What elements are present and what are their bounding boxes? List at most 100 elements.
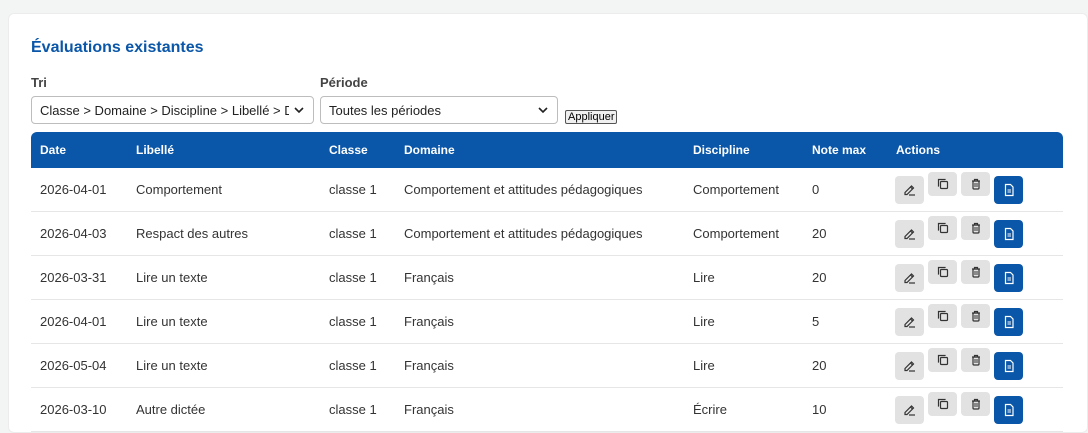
table-row: 2026-04-03 Respact des autres classe 1 Comp… <box>31 212 1063 256</box>
apply-button[interactable]: Appliquer <box>565 110 618 124</box>
period-select[interactable]: Toutes les périodes <box>320 96 558 124</box>
sort-select-value: Classe > Domaine > Discipline > Libellé … <box>40 102 289 118</box>
document-icon <box>1004 403 1014 417</box>
trash-icon <box>971 398 980 410</box>
delete-button[interactable] <box>961 392 990 416</box>
cell-domaine: Comportement et attitudes pédagogiques <box>404 226 643 241</box>
delete-button[interactable] <box>961 172 990 196</box>
delete-button[interactable] <box>961 260 990 284</box>
table-row: 2026-05-04 Lire un texte classe 1 Français L… <box>31 344 1063 388</box>
cell-date: 2026-05-04 <box>40 358 107 373</box>
table-row: 2026-04-01 Comportement classe 1 Comporteme… <box>31 168 1063 212</box>
duplicate-button[interactable] <box>928 304 957 328</box>
cell-domaine: Comportement et attitudes pédagogiques <box>404 182 643 197</box>
cell-domaine: Français <box>404 270 454 285</box>
report-button[interactable] <box>994 176 1023 204</box>
row-actions <box>895 392 1023 424</box>
cell-date: 2026-04-03 <box>40 226 107 241</box>
document-icon <box>1004 227 1014 241</box>
row-actions <box>895 216 1023 248</box>
edit-icon <box>903 361 915 372</box>
edit-button[interactable] <box>895 176 924 204</box>
edit-button[interactable] <box>895 396 924 424</box>
header-date: Date <box>40 143 67 157</box>
copy-icon <box>937 222 948 234</box>
report-button[interactable] <box>994 308 1023 336</box>
edit-icon <box>903 229 915 240</box>
trash-icon <box>971 266 980 278</box>
row-actions <box>895 172 1023 204</box>
header-discipline: Discipline <box>693 143 750 157</box>
evaluations-card: Évaluations existantes Tri Classe > Doma… <box>8 13 1088 433</box>
delete-button[interactable] <box>961 348 990 372</box>
cell-libelle: Lire un texte <box>136 314 208 329</box>
edit-button[interactable] <box>895 264 924 292</box>
edit-icon <box>903 317 915 328</box>
cell-classe: classe 1 <box>329 270 377 285</box>
cell-classe: classe 1 <box>329 226 377 241</box>
header-classe: Classe <box>329 143 368 157</box>
cell-date: 2026-04-01 <box>40 314 107 329</box>
duplicate-button[interactable] <box>928 348 957 372</box>
cell-note-max: 0 <box>812 182 820 197</box>
copy-icon <box>937 398 948 410</box>
chevron-down-icon <box>294 107 304 114</box>
section-title: Évaluations existantes <box>31 39 204 56</box>
trash-icon <box>971 354 980 366</box>
cell-discipline: Lire <box>693 270 715 285</box>
cell-classe: classe 1 <box>329 314 377 329</box>
cell-note-max: 20 <box>812 358 827 373</box>
report-button[interactable] <box>994 396 1023 424</box>
document-icon <box>1004 315 1014 329</box>
header-domaine: Domaine <box>404 143 455 157</box>
cell-domaine: Français <box>404 314 454 329</box>
header-libelle: Libellé <box>136 143 175 157</box>
duplicate-button[interactable] <box>928 260 957 284</box>
cell-note-max: 5 <box>812 314 820 329</box>
cell-libelle: Lire un texte <box>136 358 208 373</box>
copy-icon <box>937 354 948 366</box>
edit-icon <box>903 185 915 196</box>
duplicate-button[interactable] <box>928 392 957 416</box>
table-row: 2026-03-10 Autre dictée classe 1 Français Éc… <box>31 388 1063 432</box>
cell-domaine: Français <box>404 358 454 373</box>
document-icon <box>1004 359 1014 373</box>
period-label: Période <box>320 75 368 90</box>
edit-button[interactable] <box>895 352 924 380</box>
row-actions <box>895 260 1023 292</box>
row-actions <box>895 304 1023 336</box>
sort-select[interactable]: Classe > Domaine > Discipline > Libellé … <box>31 96 314 124</box>
cell-discipline: Lire <box>693 314 715 329</box>
delete-button[interactable] <box>961 216 990 240</box>
edit-icon <box>903 405 915 416</box>
report-button[interactable] <box>994 264 1023 292</box>
cell-note-max: 20 <box>812 226 827 241</box>
delete-button[interactable] <box>961 304 990 328</box>
edit-button[interactable] <box>895 220 924 248</box>
copy-icon <box>937 178 948 190</box>
cell-classe: classe 1 <box>329 358 377 373</box>
report-button[interactable] <box>994 220 1023 248</box>
sort-label: Tri <box>31 75 47 90</box>
table-row: 2026-04-01 Lire un texte classe 1 Français L… <box>31 300 1063 344</box>
cell-libelle: Respact des autres <box>136 226 249 241</box>
cell-discipline: Comportement <box>693 226 779 241</box>
copy-icon <box>937 310 948 322</box>
trash-icon <box>971 178 980 190</box>
edit-button[interactable] <box>895 308 924 336</box>
cell-discipline: Lire <box>693 358 715 373</box>
cell-classe: classe 1 <box>329 182 377 197</box>
chevron-down-icon <box>538 107 548 114</box>
trash-icon <box>971 310 980 322</box>
duplicate-button[interactable] <box>928 172 957 196</box>
evaluations-table: Date Libellé Classe Domaine Discipline N… <box>31 132 1063 432</box>
copy-icon <box>937 266 948 278</box>
cell-discipline: Comportement <box>693 182 779 197</box>
cell-note-max: 20 <box>812 270 827 285</box>
table-header: Date Libellé Classe Domaine Discipline N… <box>31 132 1063 168</box>
duplicate-button[interactable] <box>928 216 957 240</box>
cell-libelle: Comportement <box>136 182 222 197</box>
cell-libelle: Lire un texte <box>136 270 208 285</box>
row-actions <box>895 348 1023 380</box>
report-button[interactable] <box>994 352 1023 380</box>
